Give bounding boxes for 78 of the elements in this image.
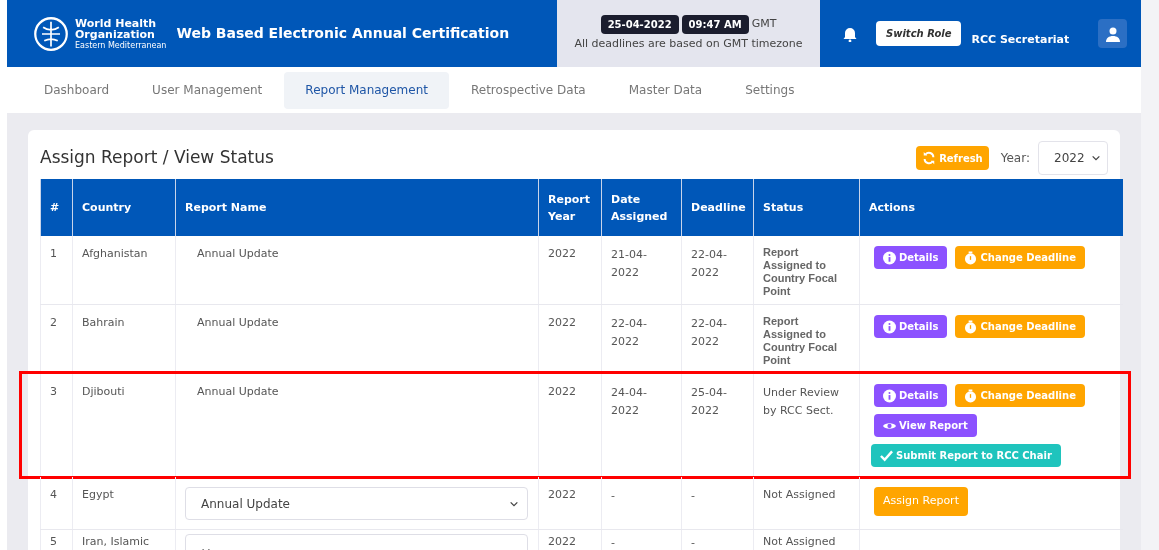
stopwatch-icon <box>964 388 978 403</box>
timezone-note: All deadlines are based on GMT timezone <box>574 35 803 52</box>
nav-tab[interactable]: Report Management <box>284 71 449 109</box>
switch-role-button[interactable]: Switch Role <box>876 21 962 46</box>
year-select[interactable]: 2022 <box>1038 141 1108 175</box>
time-badge: 09:47 AM <box>681 14 749 34</box>
user-avatar-button[interactable] <box>1098 19 1127 48</box>
row-number: 1 <box>40 236 72 304</box>
deadline-cell: 22-04-2022 <box>681 236 753 304</box>
row-number: 3 <box>40 374 72 476</box>
timezone-label: GMT <box>751 16 777 32</box>
column-header: # <box>40 179 72 236</box>
nav-tab[interactable]: Retrospective Data <box>450 71 607 109</box>
report-name: Annual Update <box>197 316 279 329</box>
status-cell: Report Assigned to Country Focal Point <box>753 236 859 304</box>
date-badge: 25-04-2022 <box>600 14 679 34</box>
info-icon <box>883 388 896 403</box>
nav-tab[interactable]: Settings <box>724 71 816 109</box>
card-title: Assign Report / View Status <box>40 146 274 170</box>
details-button[interactable]: Details <box>874 384 948 407</box>
app-title: Web Based Electronic Annual Certification <box>176 24 510 43</box>
logo-subtext: Eastern Mediterranean <box>75 41 167 50</box>
deadline-cell: - <box>681 530 753 550</box>
nav-tab[interactable]: User Management <box>131 71 284 109</box>
status-cell: Report Assigned to Country Focal Point <box>753 305 859 373</box>
year-cell: 2022 <box>538 530 601 550</box>
column-header: Report Name <box>175 179 538 236</box>
status-cell: Not Assigned <box>753 530 859 550</box>
refresh-icon <box>922 151 937 165</box>
country-cell: Afghanistan <box>72 236 175 304</box>
date-cell: - <box>601 477 681 529</box>
stopwatch-icon <box>964 250 978 265</box>
user-icon <box>1104 25 1121 42</box>
year-cell: 2022 <box>538 477 601 529</box>
date-cell: 21-04-2022 <box>601 236 681 304</box>
column-header: Date Assigned <box>601 179 681 236</box>
deadline-cell: - <box>681 477 753 529</box>
year-label: Year: <box>1000 150 1030 167</box>
column-header: Status <box>753 179 859 236</box>
status-cell: Not Assigned <box>753 477 859 529</box>
stopwatch-icon <box>964 319 978 334</box>
nav-tab[interactable]: Master Data <box>607 71 724 109</box>
column-header: Actions <box>859 179 1123 236</box>
date-cell: 22-04-2022 <box>601 305 681 373</box>
column-header: Country <box>72 179 175 236</box>
country-cell: Iran, Islamic <box>72 530 175 550</box>
deadline-cell: 22-04-2022 <box>681 305 753 373</box>
checkmark-icon <box>880 448 893 463</box>
row-number: 2 <box>40 305 72 373</box>
year-cell: 2022 <box>538 305 601 373</box>
year-cell: 2022 <box>538 374 601 476</box>
info-icon <box>883 250 896 265</box>
report-select[interactable]: Annual Update <box>185 487 528 520</box>
chevron-down-icon <box>1091 153 1101 163</box>
country-cell: Egypt <box>72 477 175 529</box>
bell-icon <box>842 25 858 42</box>
info-icon <box>883 319 896 334</box>
view-report-button[interactable]: View Report <box>874 414 977 437</box>
country-cell: Bahrain <box>72 305 175 373</box>
details-button[interactable]: Details <box>874 315 948 338</box>
user-role: RCC Secretariat <box>971 32 1070 49</box>
date-cell: 24-04-2022 <box>601 374 681 476</box>
report-name: Annual Update <box>197 247 279 260</box>
year-cell: 2022 <box>538 236 601 304</box>
report-name: Annual Update <box>197 385 279 398</box>
logo-text: Organization <box>75 28 156 40</box>
deadline-cell: 25-04-2022 <box>681 374 753 476</box>
column-header: Report Year <box>538 179 601 236</box>
date-cell: - <box>601 530 681 550</box>
column-header: Deadline <box>681 179 753 236</box>
details-button[interactable]: Details <box>874 246 948 269</box>
country-cell: Djibouti <box>72 374 175 476</box>
nav-tab[interactable]: Dashboard <box>23 71 131 109</box>
row-number: 4 <box>40 477 72 529</box>
status-cell: Under Review by RCC Sect. <box>753 374 859 476</box>
row-number: 5 <box>40 530 72 550</box>
logo-text: World Health <box>75 17 158 29</box>
globe-emblem-icon <box>33 15 69 52</box>
